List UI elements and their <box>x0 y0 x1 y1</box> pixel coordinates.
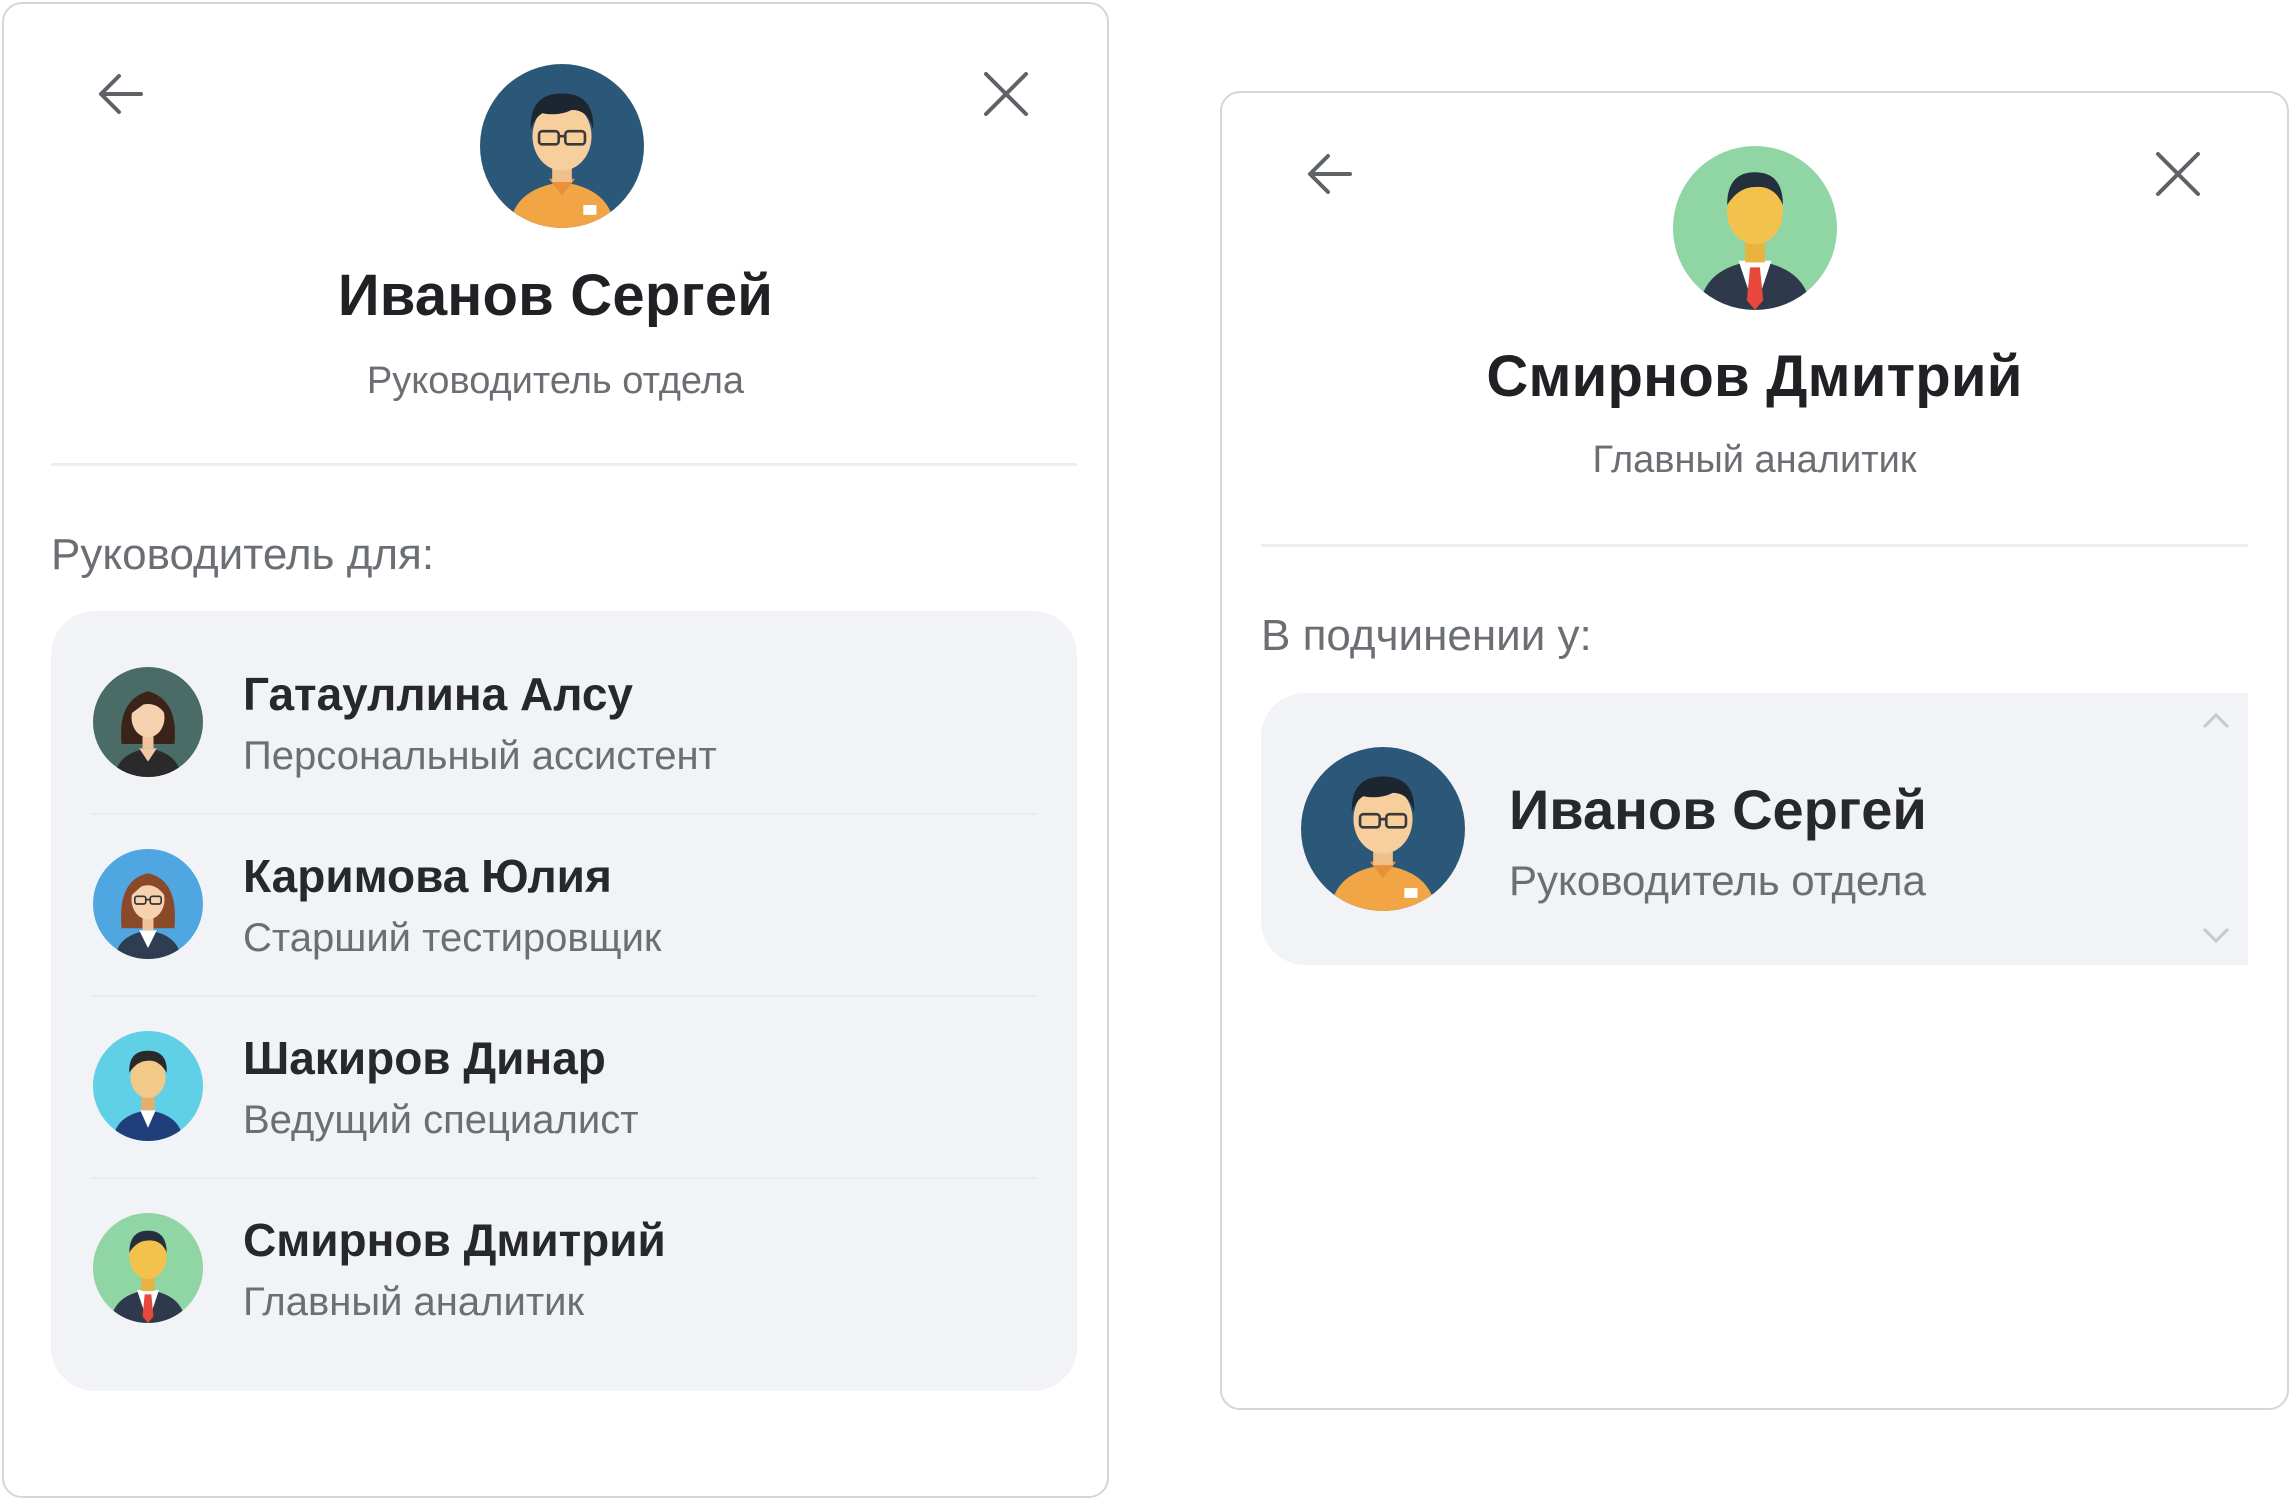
back-button[interactable] <box>86 59 156 129</box>
item-role: Старший тестировщик <box>243 916 662 960</box>
item-name: Гатауллина Алсу <box>243 668 634 720</box>
list-item[interactable]: Каримова Юлия Старший тестировщик <box>51 813 1077 995</box>
chevron-up-icon <box>2203 713 2229 728</box>
avatar <box>93 849 203 959</box>
item-name: Смирнов Дмитрий <box>243 1214 666 1266</box>
section-label: Руководитель для: <box>51 530 435 579</box>
profile-card-left: Иванов Сергей Руководитель отдела Руково… <box>2 2 1109 1498</box>
avatar <box>93 667 203 777</box>
profile-avatar <box>480 64 644 228</box>
profile-role: Главный аналитик <box>1592 439 1917 481</box>
woman-dark-hair-avatar-icon <box>93 667 203 777</box>
man-glasses-orange-avatar-icon <box>1301 747 1465 911</box>
close-button[interactable] <box>2143 139 2213 209</box>
managers-list: Иванов Сергей Руководитель отдела <box>1261 693 2248 965</box>
divider <box>51 463 1077 466</box>
divider <box>1261 544 2248 547</box>
scroll-up-button[interactable] <box>2194 705 2238 735</box>
man-red-tie-avatar-icon <box>1673 146 1837 310</box>
list-item[interactable]: Смирнов Дмитрий Главный аналитик <box>51 1177 1077 1359</box>
profile-role: Руководитель отдела <box>366 360 745 402</box>
avatar <box>93 1213 203 1323</box>
close-button[interactable] <box>971 59 1041 129</box>
chevron-down-icon <box>2203 928 2229 943</box>
arrow-left-icon <box>1308 154 1352 194</box>
woman-glasses-avatar-icon <box>93 849 203 959</box>
scroll-down-button[interactable] <box>2194 921 2238 951</box>
item-name: Каримова Юлия <box>243 850 612 902</box>
profile-card-right: Смирнов Дмитрий Главный аналитик В подчи… <box>1220 91 2289 1410</box>
item-role: Ведущий специалист <box>243 1098 639 1142</box>
list-item[interactable]: Шакиров Динар Ведущий специалист <box>51 995 1077 1177</box>
item-role: Главный аналитик <box>243 1280 584 1324</box>
item-role: Руководитель отдела <box>1509 857 1926 904</box>
item-name: Иванов Сергей <box>1509 778 1927 841</box>
profile-name: Иванов Сергей <box>337 263 774 328</box>
avatar <box>1301 747 1465 911</box>
man-glasses-orange-avatar-icon <box>480 64 644 228</box>
item-role: Персональный ассистент <box>243 734 717 778</box>
back-button[interactable] <box>1295 139 1365 209</box>
man-red-tie-avatar-icon <box>93 1213 203 1323</box>
avatar <box>93 1031 203 1141</box>
close-icon <box>2156 152 2200 196</box>
profile-avatar <box>1673 146 1837 310</box>
arrow-left-icon <box>99 74 143 114</box>
list-item[interactable]: Гатауллина Алсу Персональный ассистент <box>51 631 1077 813</box>
close-icon <box>984 72 1028 116</box>
section-label: В подчинении у: <box>1261 611 1592 660</box>
profile-name: Смирнов Дмитрий <box>1486 344 2023 409</box>
subordinates-list: Гатауллина Алсу Персональный ассистент К… <box>51 611 1077 1391</box>
list-item[interactable]: Иванов Сергей Руководитель отдела <box>1261 707 2248 947</box>
man-blue-suit-avatar-icon <box>93 1031 203 1141</box>
item-name: Шакиров Динар <box>243 1032 606 1084</box>
